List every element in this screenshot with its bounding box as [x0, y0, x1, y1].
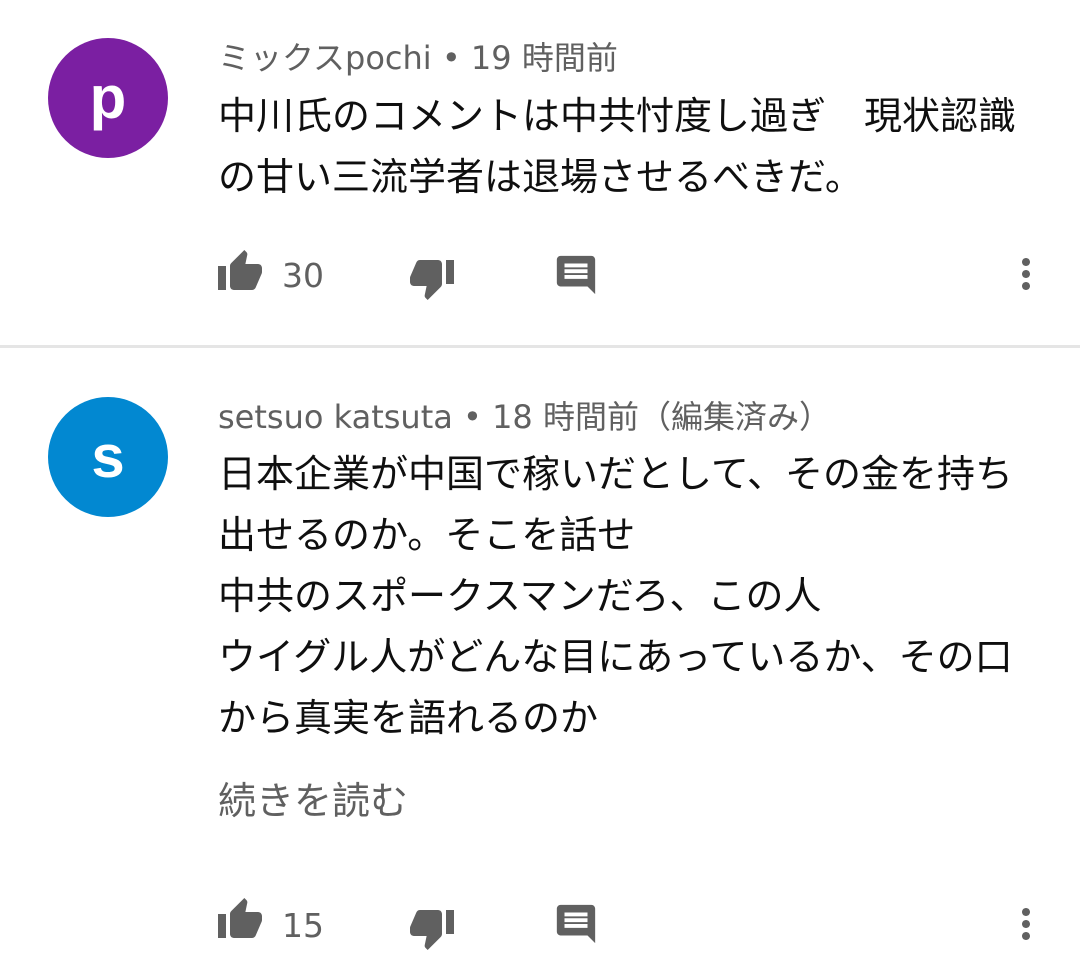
- comment-meta: setsuo katsuta • 18 時間前（編集済み）: [218, 397, 831, 437]
- meta-separator: •: [463, 398, 482, 436]
- comment-text: 日本企業が中国で稼いだとして、その金を持ち出せるのか。そこを話せ 中共のスポーク…: [218, 452, 1013, 740]
- thumb-up-icon: [218, 250, 262, 290]
- like-count: 30: [282, 256, 324, 295]
- reply-button[interactable]: [553, 252, 599, 298]
- more-vert-icon: [1022, 258, 1030, 290]
- like-button[interactable]: [216, 896, 264, 944]
- thumb-up-icon: [218, 898, 262, 938]
- reply-button[interactable]: [553, 901, 599, 947]
- comment-text: 中川氏のコメントは中共忖度し過ぎ 現状認識の甘い三流学者は退場させるべきだ。: [218, 94, 1017, 199]
- comment-icon: [556, 255, 596, 295]
- like-button[interactable]: [216, 248, 264, 296]
- comment-meta: ミックスpochi • 19 時間前: [218, 38, 618, 78]
- comment-time[interactable]: 18 時間前: [492, 398, 639, 436]
- more-options-button[interactable]: [1002, 250, 1050, 298]
- author-name[interactable]: ミックスpochi: [218, 39, 432, 77]
- meta-separator: •: [441, 39, 461, 77]
- read-more-link[interactable]: 続きを読む: [218, 776, 408, 826]
- thumb-down-icon: [410, 260, 454, 300]
- comment-item: p ミックスpochi • 19 時間前 中川氏のコメントは中共忖度し過ぎ 現状…: [0, 0, 1080, 345]
- dislike-button[interactable]: [408, 904, 456, 952]
- edited-label: （編集済み）: [638, 398, 831, 436]
- comment-time[interactable]: 19 時間前: [471, 39, 618, 77]
- author-name[interactable]: setsuo katsuta: [218, 398, 453, 436]
- more-options-button[interactable]: [1002, 900, 1050, 948]
- comment-item: s setsuo katsuta • 18 時間前（編集済み） 日本企業が中国で…: [0, 348, 1080, 972]
- avatar[interactable]: s: [48, 397, 168, 517]
- avatar[interactable]: p: [48, 38, 168, 158]
- comment-icon: [556, 904, 596, 944]
- like-count: 15: [282, 906, 324, 945]
- more-vert-icon: [1022, 908, 1030, 940]
- dislike-button[interactable]: [408, 254, 456, 302]
- thumb-down-icon: [410, 910, 454, 950]
